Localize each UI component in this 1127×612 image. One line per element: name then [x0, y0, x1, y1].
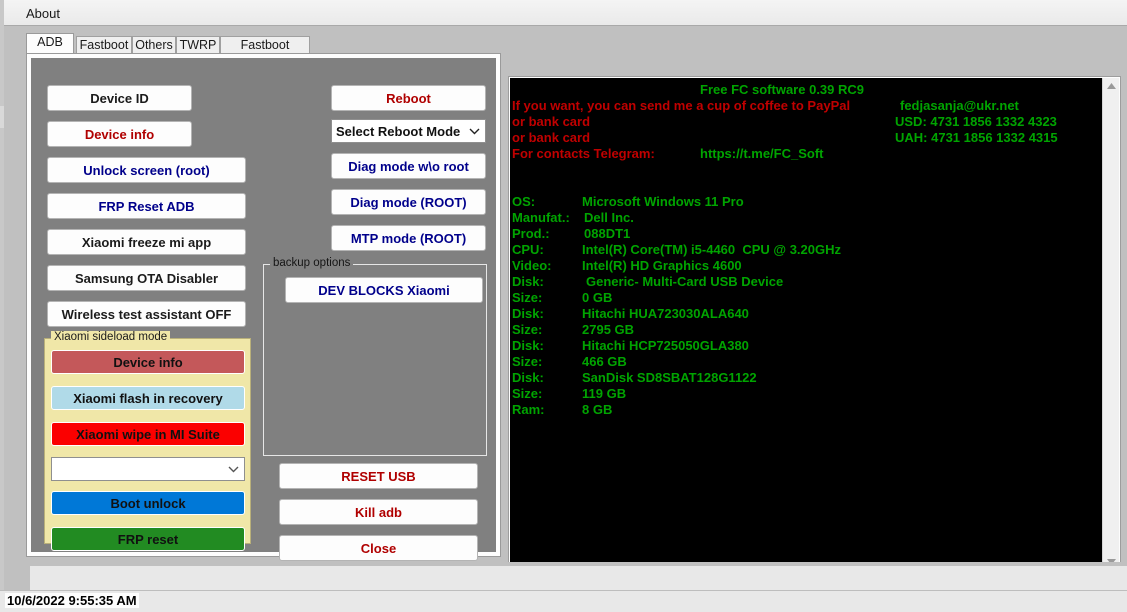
tab-control: ADB Fastboot Others TWRP Fastboot Flashe…: [26, 33, 501, 557]
console-line: Dell Inc.: [584, 210, 634, 225]
button-reset-usb[interactable]: RESET USB: [279, 463, 478, 489]
sideload-mode-combobox: [51, 457, 245, 481]
console-line: Size:: [512, 354, 542, 369]
button-device-info[interactable]: Device info: [47, 121, 192, 147]
console-line: If you want, you can send me a cup of co…: [512, 98, 850, 113]
console-line: Size:: [512, 386, 542, 401]
button-samsung-ota-disabler[interactable]: Samsung OTA Disabler: [47, 265, 246, 291]
console-line: Microsoft Windows 11 Pro: [582, 194, 744, 209]
button-xiaomi-freeze-mi-app[interactable]: Xiaomi freeze mi app: [47, 229, 246, 255]
chevron-down-icon[interactable]: [222, 465, 244, 473]
bottom-panel-inner: [30, 566, 1127, 590]
console-line: 119 GB: [582, 386, 626, 401]
console-line: For contacts Telegram:: [512, 146, 655, 161]
console-line: 0 GB: [582, 290, 612, 305]
console-line: Disk:: [512, 370, 544, 385]
tab-page-adb: Device ID Device info Unlock screen (roo…: [26, 53, 501, 557]
reboot-mode-combobox-value: Select Reboot Mode: [332, 124, 463, 139]
console-line: 088DT1: [584, 226, 630, 241]
status-timestamp: 10/6/2022 9:55:35 AM: [5, 593, 139, 608]
application-window: About ADB Fastboot Others TWRP Fastboot …: [0, 0, 1127, 611]
console-line: Generic- Multi-Card USB Device: [586, 274, 783, 289]
button-diag-mode-root[interactable]: Diag mode (ROOT): [331, 189, 486, 215]
button-boot-unlock[interactable]: Boot unlock: [51, 491, 245, 515]
console-output-text[interactable]: Free FC software 0.39 RC9If you want, yo…: [510, 78, 1104, 570]
group-backup-options: backup options DEV BLOCKS Xiaomi: [263, 264, 487, 456]
client-area: ADB Fastboot Others TWRP Fastboot Flashe…: [4, 26, 1127, 562]
button-frp-reset[interactable]: FRP reset: [51, 527, 245, 551]
console-line: or bank card: [512, 130, 590, 145]
button-reboot[interactable]: Reboot: [331, 85, 486, 111]
console-line: Size:: [512, 290, 542, 305]
console-line: 466 GB: [582, 354, 627, 369]
button-device-id[interactable]: Device ID: [47, 85, 192, 111]
console-output-panel: Free FC software 0.39 RC9If you want, yo…: [508, 76, 1121, 572]
tab-twrp[interactable]: TWRP: [176, 36, 220, 53]
console-line: Prod.:: [512, 226, 550, 241]
button-sideload-device-info[interactable]: Device info: [51, 350, 245, 374]
button-kill-adb[interactable]: Kill adb: [279, 499, 478, 525]
console-line: Disk:: [512, 274, 544, 289]
bottom-panel: [4, 562, 1127, 590]
tab-fastboot[interactable]: Fastboot: [76, 36, 132, 53]
tab-adb[interactable]: ADB: [26, 33, 74, 53]
console-line: Intel(R) HD Graphics 4600: [582, 258, 742, 273]
console-line: Disk:: [512, 306, 544, 321]
button-frp-reset-adb[interactable]: FRP Reset ADB: [47, 193, 246, 219]
console-line: Size:: [512, 322, 542, 337]
console-line: or bank card: [512, 114, 590, 129]
main-window: About ADB Fastboot Others TWRP Fastboot …: [4, 0, 1127, 611]
console-line: Disk:: [512, 338, 544, 353]
button-close[interactable]: Close: [279, 535, 478, 561]
button-mtp-mode-root[interactable]: MTP mode (ROOT): [331, 225, 486, 251]
button-dev-blocks-xiaomi[interactable]: DEV BLOCKS Xiaomi: [285, 277, 483, 303]
button-unlock-screen-root[interactable]: Unlock screen (root): [47, 157, 246, 183]
console-line: 2795 GB: [582, 322, 634, 337]
console-line: OS:: [512, 194, 535, 209]
chevron-down-icon[interactable]: [463, 127, 485, 135]
reboot-mode-combobox: Select Reboot Mode: [331, 119, 486, 143]
console-line: Manufat.:: [512, 210, 570, 225]
console-line: SanDisk SD8SBAT128G1122: [582, 370, 757, 385]
console-scrollbar[interactable]: [1102, 78, 1119, 570]
console-line: Intel(R) Core(TM) i5-4460 CPU @ 3.20GHz: [582, 242, 841, 257]
group-title-xiaomi-sideload-mode: Xiaomi sideload mode: [51, 331, 170, 343]
button-wireless-test-assistant-off[interactable]: Wireless test assistant OFF: [47, 301, 246, 327]
console-line: https://t.me/FC_Soft: [700, 146, 824, 161]
console-line: USD: 4731 1856 1332 4323: [895, 114, 1057, 129]
console-line: Hitachi HCP725050GLA380: [582, 338, 749, 353]
console-line: UAH: 4731 1856 1332 4315: [895, 130, 1058, 145]
menu-item-about[interactable]: About: [18, 4, 68, 23]
console-line: 8 GB: [582, 402, 612, 417]
window-resize-grip[interactable]: [0, 586, 5, 596]
group-xiaomi-sideload-mode: Xiaomi sideload mode Device info Xiaomi …: [44, 338, 251, 544]
tab-others[interactable]: Others: [132, 36, 176, 53]
group-title-backup-options: backup options: [270, 257, 353, 269]
console-line: Free FC software 0.39 RC9: [700, 82, 864, 97]
button-diag-mode-wo-root[interactable]: Diag mode w\o root: [331, 153, 486, 179]
button-xiaomi-wipe-in-mi-suite[interactable]: Xiaomi wipe in MI Suite: [51, 422, 245, 446]
console-line: Video:: [512, 258, 552, 273]
console-line: CPU:: [512, 242, 544, 257]
tab-page-background: Device ID Device info Unlock screen (roo…: [31, 58, 496, 552]
console-line: Ram:: [512, 402, 545, 417]
button-xiaomi-flash-in-recovery[interactable]: Xiaomi flash in recovery: [51, 386, 245, 410]
tab-fastboot-flasher[interactable]: Fastboot Flasher: [220, 36, 310, 53]
scroll-up-arrow-icon[interactable]: [1103, 78, 1119, 94]
menu-bar: About: [4, 0, 1127, 26]
console-line: Hitachi HUA723030ALA640: [582, 306, 749, 321]
status-bar: 10/6/2022 9:55:35 AM: [0, 590, 1127, 612]
console-line: fedjasanja@ukr.net: [900, 98, 1019, 113]
